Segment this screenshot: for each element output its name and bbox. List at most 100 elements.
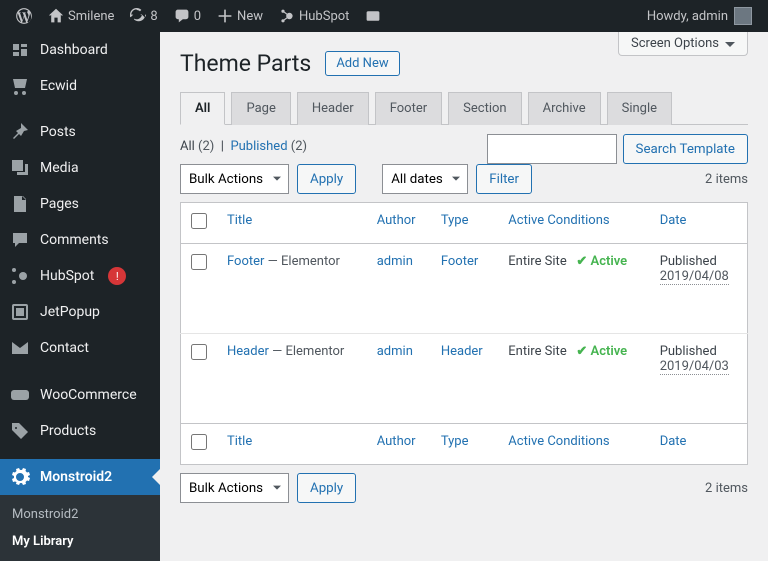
row-date: 2019/04/03 <box>660 359 729 375</box>
screen-options-label: Screen Options <box>631 36 719 51</box>
hubspot-bar-link[interactable]: HubSpot <box>271 0 357 32</box>
search-button[interactable]: Search Template <box>623 134 748 164</box>
sidebar-item-label: Dashboard <box>40 42 108 58</box>
tab-header[interactable]: Header <box>297 92 369 125</box>
tab-all[interactable]: All <box>180 92 225 125</box>
col-type: Type <box>431 424 498 465</box>
row-type-link[interactable]: Header <box>441 344 483 359</box>
bulk-actions-select-bottom[interactable]: Bulk Actions <box>180 473 289 503</box>
sidebar-item-posts[interactable]: Posts <box>0 114 160 150</box>
sidebar-item-woocommerce[interactable]: WooCommerce <box>0 377 160 413</box>
pin-icon <box>10 122 30 142</box>
site-link[interactable]: Smilene <box>40 0 122 32</box>
row-scope: Entire Site <box>508 344 566 359</box>
new-label: New <box>237 9 263 24</box>
wp-logo-icon[interactable] <box>8 0 40 32</box>
tab-archive[interactable]: Archive <box>528 92 601 125</box>
popup-icon <box>10 302 30 322</box>
row-author-link[interactable]: admin <box>377 254 413 269</box>
sidebar-item-monstroid2[interactable]: Monstroid2 <box>0 459 160 495</box>
updates-count: 8 <box>150 9 157 24</box>
col-author: Author <box>367 203 431 244</box>
updates-link[interactable]: 8 <box>122 0 165 32</box>
cart-bar-link[interactable] <box>357 0 389 32</box>
admin-sidebar: Dashboard Ecwid Posts Media Pages Commen… <box>0 32 160 561</box>
admin-bar: Smilene 8 0 New HubSpot Howdy, admin <box>0 0 768 32</box>
account-link[interactable]: Howdy, admin <box>639 0 760 32</box>
tab-single[interactable]: Single <box>607 92 672 125</box>
add-new-button[interactable]: Add New <box>325 51 399 76</box>
row-title-suffix: — Elementor <box>269 344 344 359</box>
main-content: Screen Options Theme Parts Add New All P… <box>160 32 768 561</box>
type-tabs: All Page Header Footer Section Archive S… <box>180 91 748 125</box>
sidebar-submenu: Monstroid2 My Library <box>0 495 160 561</box>
comment-icon <box>174 8 190 24</box>
parts-table: Title Author Type Active Conditions Date… <box>180 202 748 465</box>
sidebar-item-comments[interactable]: Comments <box>0 222 160 258</box>
sidebar-item-label: Products <box>40 423 96 439</box>
row-type-link[interactable]: Footer <box>441 254 478 269</box>
filter-published[interactable]: Published (2) <box>230 139 307 154</box>
tab-page[interactable]: Page <box>231 92 290 125</box>
bulk-actions-select[interactable]: Bulk Actions <box>180 164 289 194</box>
col-title[interactable]: Title <box>217 424 367 465</box>
mail-icon <box>10 338 30 358</box>
date-filter-select[interactable]: All dates <box>382 164 468 194</box>
sidebar-item-contact[interactable]: Contact <box>0 330 160 366</box>
col-date[interactable]: Date <box>650 203 748 244</box>
comments-link[interactable]: 0 <box>166 0 209 32</box>
bulk-apply-button[interactable]: Apply <box>297 164 356 194</box>
products-icon <box>10 421 30 441</box>
filter-all[interactable]: All (2) <box>180 139 214 154</box>
howdy-text: Howdy, admin <box>647 9 728 24</box>
hubspot-icon <box>279 8 295 24</box>
submenu-item-monstroid2[interactable]: Monstroid2 <box>0 501 160 528</box>
sidebar-item-label: Pages <box>40 196 79 212</box>
gear-icon <box>10 467 30 487</box>
sidebar-item-hubspot[interactable]: HubSpot ! <box>0 258 160 294</box>
page-icon <box>10 194 30 214</box>
row-checkbox[interactable] <box>191 254 207 270</box>
tab-section[interactable]: Section <box>448 92 521 125</box>
col-conditions: Active Conditions <box>498 203 649 244</box>
sidebar-item-label: WooCommerce <box>40 387 137 403</box>
screen-options-toggle[interactable]: Screen Options <box>618 32 748 56</box>
row-author-link[interactable]: admin <box>377 344 413 359</box>
sidebar-item-dashboard[interactable]: Dashboard <box>0 32 160 68</box>
media-icon <box>10 158 30 178</box>
hubspot-label: HubSpot <box>299 9 349 24</box>
sidebar-item-ecwid[interactable]: Ecwid <box>0 68 160 104</box>
col-author: Author <box>367 424 431 465</box>
alert-badge: ! <box>108 267 126 285</box>
row-title-link[interactable]: Header <box>227 344 269 359</box>
row-date-state: Published <box>660 344 717 359</box>
select-all-checkbox-footer[interactable] <box>191 434 207 450</box>
tab-footer[interactable]: Footer <box>375 92 442 125</box>
select-all-checkbox[interactable] <box>191 213 207 229</box>
sidebar-item-label: Ecwid <box>40 78 77 94</box>
hubspot-icon <box>10 266 30 286</box>
items-count: 2 items <box>705 172 748 187</box>
sidebar-item-pages[interactable]: Pages <box>0 186 160 222</box>
dashboard-icon <box>10 40 30 60</box>
filter-button[interactable]: Filter <box>476 164 532 194</box>
col-date[interactable]: Date <box>650 424 748 465</box>
bulk-apply-button-bottom[interactable]: Apply <box>297 473 356 503</box>
row-status: Active <box>576 254 627 269</box>
submenu-item-my-library[interactable]: My Library <box>0 528 160 555</box>
col-title[interactable]: Title <box>217 203 367 244</box>
row-title-link[interactable]: Footer <box>227 254 264 269</box>
new-content-link[interactable]: New <box>209 0 271 32</box>
row-date: 2019/04/08 <box>660 269 729 285</box>
search-input[interactable] <box>487 134 617 164</box>
sidebar-item-label: JetPopup <box>40 304 100 320</box>
sidebar-item-label: Monstroid2 <box>40 469 112 485</box>
plus-icon <box>217 8 233 24</box>
items-count-bottom: 2 items <box>705 481 748 496</box>
sidebar-item-media[interactable]: Media <box>0 150 160 186</box>
sidebar-item-jetpopup[interactable]: JetPopup <box>0 294 160 330</box>
sidebar-item-products[interactable]: Products <box>0 413 160 449</box>
row-scope: Entire Site <box>508 254 566 269</box>
sidebar-item-label: Contact <box>40 340 89 356</box>
row-checkbox[interactable] <box>191 344 207 360</box>
